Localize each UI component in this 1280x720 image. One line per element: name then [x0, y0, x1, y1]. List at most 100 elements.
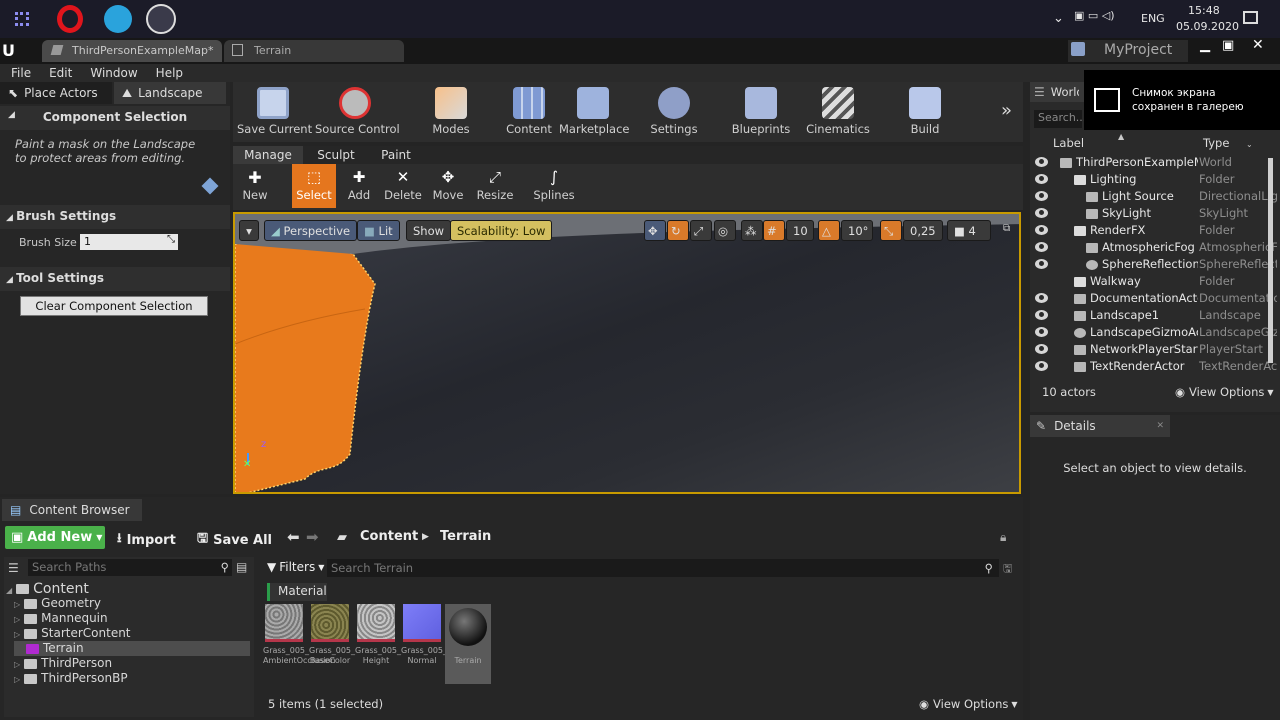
tool-resize[interactable]: ⤢ Resize	[471, 164, 519, 208]
settings-button[interactable]: Settings	[649, 82, 699, 142]
tool-splines[interactable]: ∫ Splines	[531, 164, 577, 208]
visibility-eye-icon[interactable]	[1035, 259, 1048, 269]
asset-view-options-button[interactable]: ◉ View Options ▼	[919, 697, 1018, 711]
perspective-button[interactable]: ◢ Perspective	[264, 220, 358, 241]
maximize-button[interactable]: ▣	[1222, 38, 1242, 53]
world-space-icon[interactable]: ◎	[714, 220, 736, 241]
folder-tree-item[interactable]: Terrain	[14, 641, 250, 656]
scale-snap-value[interactable]: 0,25	[903, 220, 943, 241]
source-control-button[interactable]: Source Control	[315, 82, 400, 142]
outliner-row[interactable]: SkyLight SkyLight	[1030, 206, 1280, 223]
add-new-button[interactable]: ▣ Add New ▼	[5, 526, 105, 549]
tool-add[interactable]: ✚ Add	[337, 164, 381, 208]
menu-file[interactable]: File	[2, 64, 40, 82]
tool-delete[interactable]: ✕ Delete	[381, 164, 425, 208]
path-options-icon[interactable]: ▤	[236, 560, 247, 574]
breadcrumb-content[interactable]: Content	[360, 529, 418, 544]
brush-size-field[interactable]: 1 ⤡	[80, 234, 178, 250]
opera-icon[interactable]	[57, 5, 83, 33]
back-arrow-icon[interactable]: ⬅	[287, 528, 300, 546]
telegram-icon[interactable]	[104, 5, 132, 33]
grid-snap-value[interactable]: 10	[786, 220, 814, 241]
outliner-row[interactable]: Landscape1 Landscape	[1030, 308, 1280, 325]
visibility-eye-icon[interactable]	[1035, 225, 1048, 235]
chevron-up-icon[interactable]: ⌄	[1053, 11, 1064, 26]
folder-tree-item[interactable]: ◢ Content	[6, 581, 250, 597]
modes-button[interactable]: Modes	[428, 82, 474, 142]
asset-tile[interactable]: Grass_005_ Normal	[401, 604, 447, 666]
expand-arrow-icon[interactable]: ▷	[14, 615, 20, 624]
expand-arrow-icon[interactable]: ▷	[14, 675, 20, 684]
visibility-eye-icon[interactable]	[1035, 344, 1048, 354]
outliner-row[interactable]: SphereReflectionCaptureSphereReflectionC…	[1030, 257, 1280, 274]
asset-tile[interactable]: Terrain	[445, 604, 491, 684]
tab-place-actors[interactable]: ⬉ Place Actors	[0, 82, 112, 104]
expand-arrow-icon[interactable]: ▷	[14, 660, 20, 669]
tool-settings-header[interactable]: ◢ Tool Settings	[0, 267, 230, 291]
asset-tile[interactable]: Grass_005_ AmbientOcclusion	[263, 604, 335, 666]
tool-move[interactable]: ✥ Move	[426, 164, 470, 208]
close-window-button[interactable]: ✕	[1252, 37, 1272, 53]
outliner-row[interactable]: DocumentationActorDocumentationActor	[1030, 291, 1280, 308]
outliner-view-options-button[interactable]: ◉ View Options ▼	[1175, 385, 1274, 399]
scalability-warning[interactable]: Scalability: Low	[450, 220, 553, 241]
close-tab-icon[interactable]: ✕	[1156, 421, 1164, 431]
visibility-eye-icon[interactable]	[1035, 310, 1048, 320]
menu-window[interactable]: Window	[81, 64, 146, 82]
scale-mode-icon[interactable]: ⤢	[690, 220, 712, 241]
search-paths-field[interactable]: Search Paths ⚲	[28, 559, 232, 576]
tab-landscape[interactable]: ⛰ Landscape	[114, 82, 226, 104]
tab-world-outliner[interactable]: ☰ World	[1030, 82, 1090, 102]
camera-speed-button[interactable]: ■ 4	[947, 220, 991, 241]
menu-help[interactable]: Help	[147, 64, 192, 82]
filter-tag-material[interactable]: Material	[267, 583, 327, 601]
build-button[interactable]: Build	[902, 82, 948, 142]
translate-mode-icon[interactable]: ✥	[644, 220, 666, 241]
save-search-icon[interactable]: 🖫	[1003, 560, 1012, 579]
outliner-row[interactable]: TextRenderActor TextRenderActor	[1030, 359, 1280, 376]
outliner-row[interactable]: Lighting Folder	[1030, 172, 1280, 189]
tab-details[interactable]: ✎ Details ✕	[1030, 415, 1170, 437]
folder-tree-item[interactable]: ▷ Mannequin	[14, 611, 250, 626]
outliner-row[interactable]: ThirdPersonExampleMapWorld	[1030, 155, 1280, 172]
screenshot-notification[interactable]: Снимок экрана сохранен в галерею	[1084, 70, 1280, 130]
save-all-button[interactable]: 🖫 Save All	[197, 529, 272, 551]
outliner-row[interactable]: Walkway Folder	[1030, 274, 1280, 291]
col-label[interactable]: Label	[1053, 136, 1084, 150]
windows-grid-icon[interactable]	[15, 12, 29, 26]
expand-arrow-icon[interactable]: ◢	[6, 586, 12, 595]
expand-arrow-icon[interactable]: ▷	[14, 630, 20, 639]
import-button[interactable]: ⭳ Import	[117, 529, 176, 551]
tab-paint[interactable]: Paint	[369, 146, 423, 164]
menu-edit[interactable]: Edit	[40, 64, 81, 82]
filters-button[interactable]: ▼ Filters ▼	[267, 560, 324, 574]
brush-settings-header[interactable]: ◢ Brush Settings	[0, 205, 230, 229]
language-indicator[interactable]: ENG	[1141, 12, 1165, 25]
outliner-search-field[interactable]: Search...	[1034, 110, 1086, 128]
visibility-eye-icon[interactable]	[1035, 361, 1048, 371]
asset-tile[interactable]: Grass_005_ Height	[355, 604, 401, 666]
lit-button[interactable]: ■ Lit	[357, 220, 400, 241]
folder-tree-item[interactable]: ▷ StarterContent	[14, 626, 250, 641]
rotation-snap-icon[interactable]: △	[818, 220, 840, 241]
forward-arrow-icon[interactable]: ➡	[306, 528, 319, 546]
folder-tree-item[interactable]: ▷ ThirdPersonBP	[14, 671, 250, 686]
visibility-eye-icon[interactable]	[1035, 208, 1048, 218]
search-assets-field[interactable]: Search Terrain ⚲	[327, 559, 999, 577]
blueprints-button[interactable]: Blueprints	[730, 82, 792, 142]
component-selection-header[interactable]: ◢ Component Selection	[0, 106, 230, 130]
tab-content-browser[interactable]: ▤ Content Browser	[2, 499, 142, 521]
rotate-mode-icon[interactable]: ↻	[667, 220, 689, 241]
folder-tree-item[interactable]: ▷ Geometry	[14, 596, 250, 611]
surface-snap-icon[interactable]: ⁂	[741, 220, 763, 241]
breadcrumb-terrain[interactable]: Terrain	[440, 529, 491, 544]
asset-tile[interactable]: Grass_005_ BaseColor	[309, 604, 355, 666]
expand-arrow-icon[interactable]: ▷	[14, 600, 20, 609]
lock-icon[interactable]: 🔒︎	[1000, 530, 1006, 545]
cinematics-button[interactable]: Cinematics	[806, 82, 870, 142]
outliner-row[interactable]: NetworkPlayerStart PlayerStart	[1030, 342, 1280, 359]
content-button[interactable]: Content	[505, 82, 553, 142]
col-options-icon[interactable]: ⌄	[1246, 140, 1253, 149]
maximize-viewport-icon[interactable]: ⧉	[1003, 223, 1010, 234]
col-type[interactable]: Type	[1203, 136, 1229, 150]
